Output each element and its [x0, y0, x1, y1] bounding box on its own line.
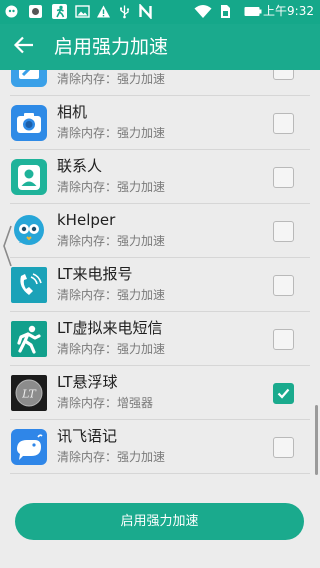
app-checkbox[interactable] — [273, 329, 294, 350]
list-item[interactable]: LT来电报号 清除内存：强力加速 — [0, 258, 320, 312]
app-name: 讯飞语记 — [57, 427, 118, 445]
app-subtitle: 清除内存：强力加速 — [57, 234, 166, 248]
list-item[interactable]: 相机 清除内存：强力加速 — [0, 96, 320, 150]
usb-icon — [117, 4, 132, 19]
side-float-handle[interactable] — [0, 222, 14, 270]
running-man-icon — [52, 4, 67, 19]
scrollbar[interactable] — [315, 405, 318, 475]
status-bar: 上午9:32 — [0, 0, 320, 24]
battery-icon — [244, 4, 262, 19]
check-icon — [277, 388, 290, 399]
app-checkbox[interactable] — [273, 437, 294, 458]
list-item[interactable]: LT虚拟来电短信 清除内存：强力加速 — [0, 312, 320, 366]
app-name: 相机 — [57, 103, 88, 121]
app-checkbox[interactable] — [273, 167, 294, 188]
wifi-icon — [194, 4, 212, 19]
app-name: LT来电报号 — [57, 265, 133, 283]
list-item[interactable]: kHelper 清除内存：强力加速 — [0, 204, 320, 258]
app-subtitle: 清除内存：强力加速 — [57, 126, 166, 140]
list-item[interactable]: 联系人 清除内存：强力加速 — [0, 150, 320, 204]
app-checkbox[interactable] — [273, 70, 294, 80]
app-checkbox[interactable] — [273, 275, 294, 296]
app-checkbox-checked[interactable] — [273, 383, 294, 404]
list-item[interactable]: 讯飞语记 清除内存：强力加速 — [0, 420, 320, 474]
lt-float-ball-icon: LT — [11, 375, 47, 411]
back-arrow-icon — [13, 34, 35, 60]
svg-text:LT: LT — [21, 388, 37, 401]
app-name: LT悬浮球 — [57, 373, 118, 391]
partial-app-icon — [11, 70, 47, 87]
chevron-left-icon — [0, 225, 14, 274]
row-divider — [10, 473, 310, 474]
photo-icon — [75, 4, 90, 19]
warning-icon — [96, 4, 111, 19]
app-icon — [28, 4, 43, 19]
app-subtitle: 清除内存：强力加速 — [57, 180, 166, 194]
app-subtitle: 清除内存：强力加速 — [57, 342, 166, 356]
app-name: LT虚拟来电短信 — [57, 319, 163, 337]
app-subtitle: 清除内存：强力加速 — [57, 450, 166, 464]
khelper-icon — [11, 213, 47, 249]
camera-icon — [11, 105, 47, 141]
app-checkbox[interactable] — [273, 221, 294, 242]
n-icon — [138, 2, 153, 21]
sim-icon — [218, 4, 232, 19]
bubble-icon — [4, 4, 19, 19]
app-name: kHelper — [57, 211, 116, 229]
app-name: 联系人 — [57, 157, 103, 175]
app-subtitle: 清除内存：强力加速 — [57, 288, 166, 302]
lt-caller-icon — [11, 267, 47, 303]
lt-virtual-call-icon — [11, 321, 47, 357]
list-item[interactable]: LT LT悬浮球 清除内存：增强器 — [0, 366, 320, 420]
contacts-icon — [11, 159, 47, 195]
app-subtitle: 清除内存：强力加速 — [57, 72, 166, 86]
app-bar: 启用强力加速 — [0, 24, 320, 70]
enable-boost-button[interactable]: 启用强力加速 — [15, 503, 304, 540]
status-time: 上午9:32 — [263, 4, 314, 18]
app-subtitle: 清除内存：增强器 — [57, 396, 154, 410]
back-button[interactable] — [6, 29, 42, 65]
app-checkbox[interactable] — [273, 113, 294, 134]
app-list[interactable]: 清除内存：强力加速 相机 清除内存：强力加速 联系人 清除内存：强力加速 kHe… — [0, 70, 320, 478]
iflynote-icon — [11, 429, 47, 465]
list-item[interactable]: 清除内存：强力加速 — [0, 70, 320, 96]
page-title: 启用强力加速 — [54, 36, 169, 58]
